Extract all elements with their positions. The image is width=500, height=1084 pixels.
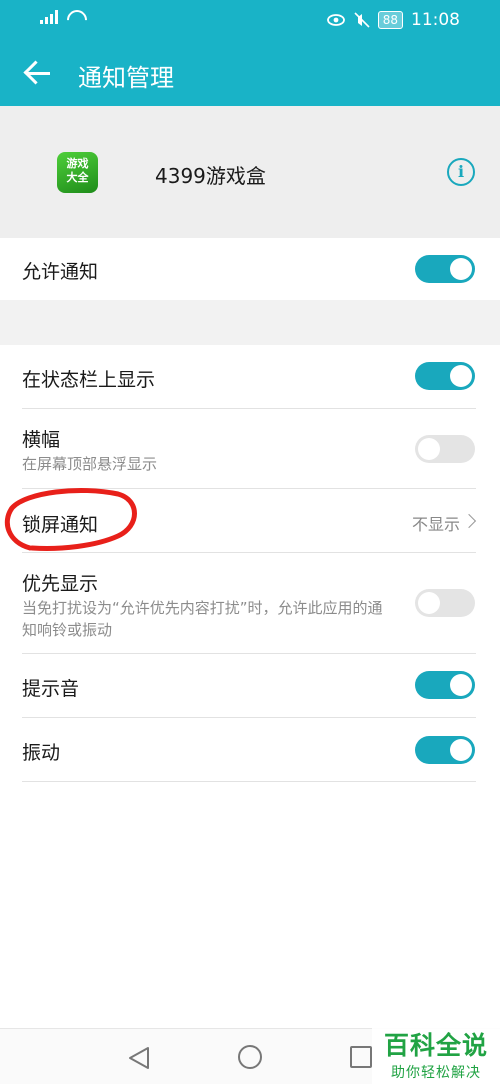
nav-recent-icon[interactable] — [350, 1046, 372, 1068]
sound-toggle[interactable] — [415, 671, 475, 699]
priority-subtitle: 当免打扰设为“允许优先内容打扰”时，允许此应用的通知响铃或振动 — [22, 599, 383, 639]
battery-indicator: 88 — [377, 11, 403, 29]
signal-icon — [40, 10, 58, 24]
banner-row[interactable]: 横幅 在屏幕顶部悬浮显示 — [0, 409, 500, 488]
sound-label: 提示音 — [22, 678, 80, 700]
status-bar-display-label: 在状态栏上显示 — [22, 369, 156, 391]
app-bar: 通知管理 — [0, 40, 500, 106]
allow-notifications-row[interactable]: 允许通知 — [0, 238, 500, 300]
allow-notifications-label: 允许通知 — [22, 261, 99, 283]
mute-icon — [354, 12, 370, 28]
status-right: 88 11:08 — [326, 10, 460, 30]
app-icon-text-2: 大全 — [66, 171, 89, 184]
banner-toggle[interactable] — [415, 435, 475, 463]
back-arrow-icon[interactable] — [24, 60, 52, 86]
priority-toggle[interactable] — [415, 589, 475, 617]
lock-screen-value: 不显示 — [411, 515, 460, 534]
status-bar-display-toggle[interactable] — [415, 362, 475, 390]
app-name: 4399游戏盒 — [155, 164, 266, 188]
watermark: 百科全说 助你轻松解决 — [372, 1024, 500, 1084]
chevron-right-icon — [461, 513, 477, 529]
watermark-title: 百科全说 — [383, 1031, 488, 1060]
info-icon[interactable]: i — [447, 158, 475, 186]
allow-notifications-toggle[interactable] — [415, 255, 475, 283]
lock-screen-row[interactable]: 锁屏通知 不显示 — [0, 489, 500, 552]
priority-label: 优先显示 — [22, 573, 99, 595]
banner-subtitle: 在屏幕顶部悬浮显示 — [22, 455, 158, 473]
divider — [22, 781, 476, 782]
priority-row[interactable]: 优先显示 当免打扰设为“允许优先内容打扰”时，允许此应用的通知响铃或振动 — [0, 553, 500, 653]
nav-back-icon[interactable] — [128, 1046, 150, 1070]
status-bar: 88 11:08 — [0, 0, 500, 40]
section-gap — [0, 300, 500, 345]
lock-screen-label: 锁屏通知 — [22, 514, 99, 536]
status-time: 11:08 — [411, 10, 460, 30]
wifi-icon — [66, 10, 84, 24]
status-left — [40, 10, 84, 24]
vibration-toggle[interactable] — [415, 736, 475, 764]
vibration-label: 振动 — [22, 742, 61, 764]
sound-row[interactable]: 提示音 — [0, 654, 500, 717]
nav-home-icon[interactable] — [238, 1045, 262, 1069]
watermark-subtitle: 助你轻松解决 — [391, 1065, 481, 1081]
eye-comfort-icon — [326, 14, 345, 26]
vibration-row[interactable]: 振动 — [0, 718, 500, 781]
banner-label: 横幅 — [22, 429, 61, 451]
app-icon-text-1: 游戏 — [66, 157, 89, 170]
app-icon: 游戏 大全 — [57, 152, 98, 193]
page-title: 通知管理 — [78, 64, 174, 92]
status-bar-display-row[interactable]: 在状态栏上显示 — [0, 345, 500, 408]
